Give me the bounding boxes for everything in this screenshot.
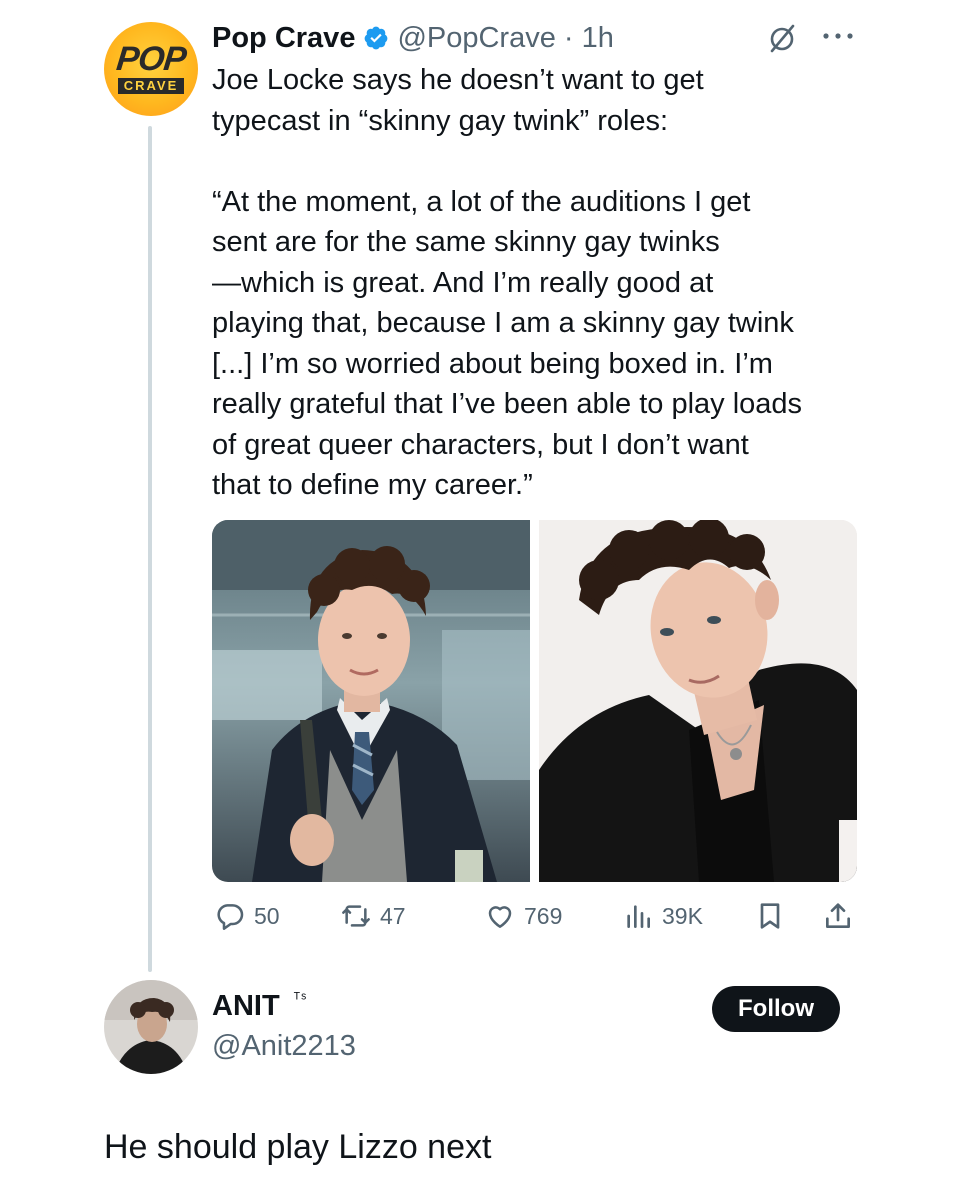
- avatar-logo-bottom: CRAVE: [118, 78, 184, 94]
- like-action[interactable]: 769: [484, 892, 562, 940]
- bookmark-action[interactable]: [754, 892, 794, 940]
- reply-count: 50: [254, 902, 280, 929]
- tweet-header: Pop Crave @PopCrave · 1h: [212, 18, 614, 58]
- retweet-action[interactable]: 47: [340, 892, 406, 940]
- bookmark-icon: [760, 903, 780, 929]
- popcrave-avatar[interactable]: POP CRAVE: [104, 22, 198, 116]
- like-icon: [488, 906, 512, 928]
- views-count: 39K: [662, 902, 703, 929]
- like-count: 769: [524, 902, 563, 929]
- views-action[interactable]: 39K: [622, 892, 703, 940]
- reply-author-name-row: ANIT ᵀˢ: [212, 990, 307, 1023]
- tweet-actions: 50 47 769 39K: [212, 892, 872, 940]
- views-icon: [627, 905, 650, 928]
- author-handle-time[interactable]: @PopCrave · 1h: [397, 22, 613, 55]
- reply-author-handle[interactable]: @Anit2213: [212, 1030, 356, 1063]
- mute-icon[interactable]: [766, 22, 798, 54]
- share-icon: [826, 903, 850, 928]
- tweet-text: Joe Locke says he doesn’t want to get ty…: [212, 64, 803, 501]
- photo-school-uniform[interactable]: [212, 520, 530, 882]
- anit-avatar-photo: [104, 980, 198, 1074]
- reply-author-mark: ᵀˢ: [293, 990, 308, 1007]
- tweet-media[interactable]: [212, 520, 857, 882]
- thread-connector-line: [148, 126, 152, 972]
- more-icon[interactable]: [818, 26, 858, 46]
- avatar-logo-top: POP: [114, 40, 188, 78]
- verified-badge-icon: [365, 26, 388, 50]
- retweet-icon: [342, 905, 370, 927]
- share-action[interactable]: [822, 892, 862, 940]
- photo-portrait[interactable]: [539, 520, 857, 882]
- anit-avatar[interactable]: [104, 980, 198, 1074]
- reply-author-name[interactable]: ANIT: [212, 990, 280, 1023]
- retweet-count: 47: [380, 902, 406, 929]
- author-name[interactable]: Pop Crave: [212, 22, 355, 55]
- reply-icon: [217, 904, 244, 930]
- follow-button[interactable]: Follow: [712, 986, 840, 1032]
- reply-text: He should play Lizzo next: [104, 1128, 492, 1166]
- reply-action[interactable]: 50: [214, 892, 280, 940]
